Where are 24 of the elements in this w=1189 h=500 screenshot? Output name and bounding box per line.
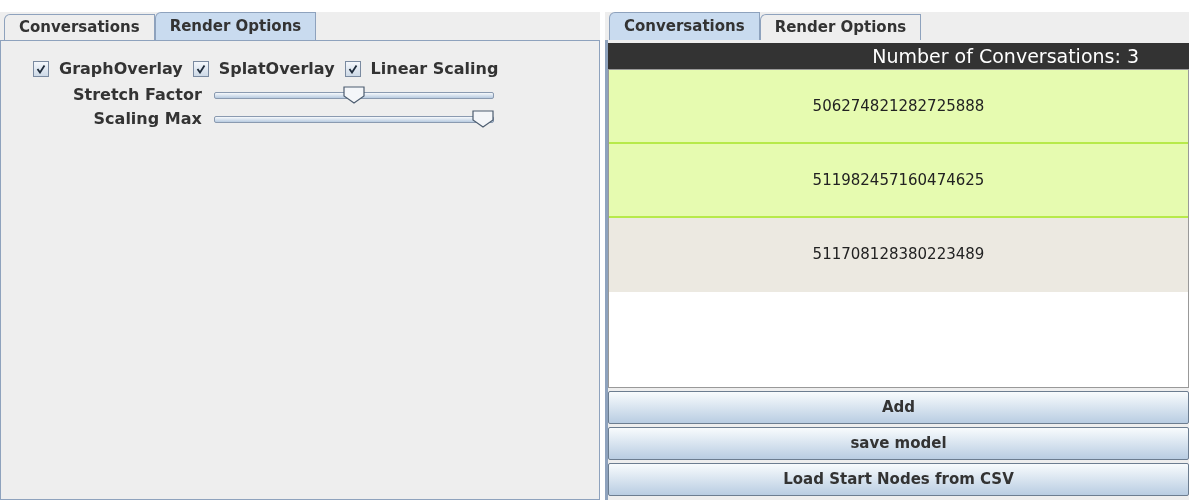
conversation-item[interactable]: 511708128380223489	[609, 218, 1188, 292]
slider-thumb[interactable]	[471, 110, 494, 128]
conversation-item[interactable]: 506274821282725888	[609, 70, 1188, 144]
checkbox-label: SplatOverlay	[218, 58, 335, 80]
action-button[interactable]: Load Start Nodes from CSV	[608, 463, 1189, 496]
checkbox[interactable]	[192, 61, 209, 77]
slider-label: Stretch Factor	[72, 84, 202, 106]
tab[interactable]: Render Options	[759, 14, 922, 40]
conversation-count-header: Number of Conversations: 3	[608, 43, 1189, 69]
conversation-item[interactable]: 511982457160474625	[609, 144, 1188, 218]
checkbox[interactable]	[344, 61, 361, 77]
checkbox[interactable]	[33, 61, 49, 77]
check-icon	[347, 64, 358, 74]
check-icon	[195, 64, 206, 74]
action-button[interactable]: save model	[608, 427, 1189, 460]
slider-label: Scaling Max	[92, 108, 202, 130]
checkbox-label: Linear Scaling	[370, 58, 499, 80]
tab[interactable]: Conversations	[4, 14, 155, 40]
tab[interactable]: Render Options	[154, 12, 317, 40]
checkbox-label: GraphOverlay	[59, 58, 183, 80]
tab[interactable]: Conversations	[609, 12, 760, 40]
action-button[interactable]: Add	[608, 391, 1189, 424]
slider-thumb[interactable]	[342, 86, 365, 104]
check-icon	[36, 64, 46, 74]
